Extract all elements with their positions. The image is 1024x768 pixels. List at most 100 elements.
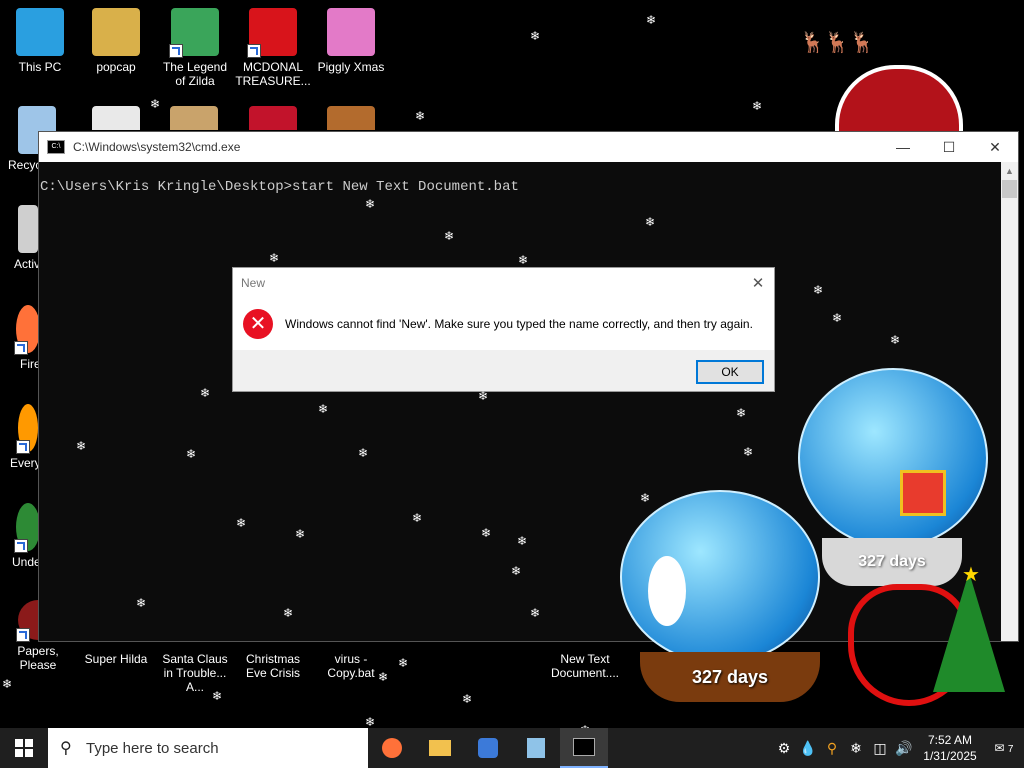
dialog-message-row: ✕ Windows cannot find 'New'. Make sure y… [233, 298, 774, 350]
scroll-up-icon[interactable]: ▲ [1001, 162, 1018, 180]
snowflake-icon: ❄ [412, 511, 423, 525]
snowflake-icon: ❄ [640, 491, 651, 505]
desktop-icon-label: Christmas Eve Crisis [245, 652, 300, 680]
days-counter-large: 327 days [858, 553, 926, 570]
desktop-icon-unde[interactable]: Unde [0, 503, 41, 569]
christmas-tree-icon [933, 572, 1005, 692]
reindeer-icon: 🦌🦌🦌 [800, 32, 875, 54]
dialog-close-button[interactable]: ✕ [742, 274, 774, 292]
desktop-icon-new-text-document[interactable]: New Text Document.... [547, 640, 623, 680]
desktop-icon-label: New Text Document.... [550, 652, 620, 680]
network-icon[interactable]: ◫ [868, 740, 892, 757]
snowflake-icon: ❄ [462, 692, 473, 706]
minimize-button[interactable]: — [880, 132, 926, 162]
desktop-icon-label: Piggly Xmas [317, 60, 385, 74]
search-icon: ⚲ [60, 740, 72, 757]
pc-icon [16, 8, 64, 56]
firefox-icon [14, 305, 40, 355]
cmd-titlebar[interactable]: C:\ C:\Windows\system32\cmd.exe — ☐ ✕ [39, 132, 1018, 162]
desktop-icon-hidden-3[interactable] [249, 106, 297, 130]
desktop-icon-firefox[interactable]: Fire [0, 305, 41, 371]
desktop-icon-super-hilda[interactable]: Super Hilda [78, 640, 154, 666]
cmd-scrollbar[interactable]: ▲ [1001, 162, 1018, 641]
desktop-icon-label: Every [10, 456, 41, 470]
app-icon [16, 404, 38, 454]
snowflake-icon: ❄ [318, 402, 329, 416]
shortcut-arrow-icon [14, 539, 28, 553]
search-tray-icon[interactable]: ⚲ [820, 740, 844, 757]
snowflake-icon: ❄ [136, 596, 147, 610]
snow-globe-large-glass [798, 368, 988, 548]
network-app-icon[interactable]: ⚙ [772, 740, 796, 757]
game-icon [169, 8, 219, 58]
error-dialog[interactable]: New ✕ ✕ Windows cannot find 'New'. Make … [232, 267, 775, 392]
snowflake-icon: ❄ [517, 534, 528, 548]
scroll-thumb[interactable] [1002, 180, 1017, 198]
ok-button[interactable]: OK [696, 360, 764, 384]
folder-icon [429, 740, 451, 756]
dialog-footer: OK [233, 350, 774, 391]
taskbar-app-notepad[interactable] [512, 728, 560, 768]
maximize-button[interactable]: ☐ [926, 132, 972, 162]
maximize-icon: ☐ [942, 138, 956, 155]
droplet-icon[interactable]: 💧 [796, 740, 820, 757]
taskbar: ⚲ Type here to search ⚙ 💧 ⚲ ❄ ◫ 🔊 7:52 A… [0, 728, 1024, 768]
star-icon: ★ [962, 564, 980, 586]
desktop-icon-hidden-1[interactable] [92, 106, 140, 130]
taskbar-cmd[interactable] [560, 728, 608, 768]
snowman-icon [648, 556, 686, 626]
desktop-icon-santa-claus[interactable]: Santa Claus in Trouble... A... [157, 640, 233, 694]
snowflake-icon: ❄ [645, 215, 656, 229]
desktop-icon-this-pc[interactable]: This PC [2, 8, 78, 74]
game-icon [14, 503, 40, 553]
snowflake-icon: ❄ [530, 29, 541, 43]
taskbar-firefox[interactable] [368, 728, 416, 768]
desktop-icon-piggly-xmas[interactable]: Piggly Xmas [313, 8, 389, 74]
desktop-icon-label: Papers, Please [17, 644, 59, 672]
clock-date: 1/31/2025 [923, 749, 977, 763]
close-button[interactable]: ✕ [972, 132, 1018, 162]
cmd-title: C:\Windows\system32\cmd.exe [73, 140, 241, 154]
taskbar-search-box[interactable]: ⚲ Type here to search [48, 728, 368, 768]
desktop-icon-activ[interactable]: Activ [0, 205, 40, 271]
desktop-icon-mcdonal[interactable]: MCDONAL TREASURE... [235, 8, 311, 88]
snowflake-icon: ❄ [478, 389, 489, 403]
snowflake-icon: ❄ [150, 97, 161, 111]
gift-icon [900, 470, 946, 516]
desktop-icon-label: The Legend of Zilda [162, 60, 228, 88]
taskbar-file-explorer[interactable] [416, 728, 464, 768]
desktop-icon-label: MCDONAL TREASURE... [235, 60, 311, 88]
windows-logo-icon [15, 739, 33, 757]
desktop-icon-hidden-2[interactable] [170, 106, 218, 130]
error-icon: ✕ [243, 309, 273, 339]
dialog-title: New [241, 276, 266, 290]
desktop-icon-label: Fire [20, 357, 41, 371]
snowflake-icon: ❄ [736, 406, 747, 420]
desktop-icon-label: Santa Claus in Trouble... A... [162, 652, 228, 694]
desktop-icon-recycle-bin[interactable]: Recyc [0, 106, 56, 172]
dialog-message: Windows cannot find 'New'. Make sure you… [285, 317, 753, 331]
christmas-clock-widget[interactable]: 🦌🦌🦌 [790, 20, 1000, 153]
notification-icon: ✉ [994, 741, 1005, 755]
desktop-icon-hidden-4[interactable] [327, 106, 375, 130]
shortcut-arrow-icon [169, 44, 183, 58]
notification-center-button[interactable]: ✉ 7 [984, 741, 1024, 755]
firefox-icon [382, 738, 402, 758]
snowflake-icon: ❄ [76, 439, 87, 453]
clock[interactable]: 7:52 AM 1/31/2025 [916, 732, 984, 764]
system-tray: ⚙ 💧 ⚲ ❄ ◫ 🔊 7:52 AM 1/31/2025 ✉ 7 [772, 728, 1024, 768]
start-button[interactable] [0, 728, 48, 768]
shortcut-arrow-icon [247, 44, 261, 58]
snowflake-icon: ❄ [813, 283, 824, 297]
desktop-icon-legend-of-zilda[interactable]: The Legend of Zilda [157, 8, 233, 88]
document-icon [18, 205, 38, 253]
snowflake-icon: ❄ [398, 656, 409, 670]
desktop-icon-christmas-eve-crisis[interactable]: Christmas Eve Crisis [235, 640, 311, 680]
volume-icon[interactable]: 🔊 [892, 740, 916, 757]
snowflake-tray-icon[interactable]: ❄ [844, 740, 868, 757]
desktop-icon-every[interactable]: Every [0, 404, 41, 470]
cmd-app-icon: C:\ [47, 140, 65, 154]
desktop-icon-popcap[interactable]: popcap [78, 8, 154, 74]
desktop-icon-label: popcap [96, 60, 136, 74]
taskbar-app-people[interactable] [464, 728, 512, 768]
